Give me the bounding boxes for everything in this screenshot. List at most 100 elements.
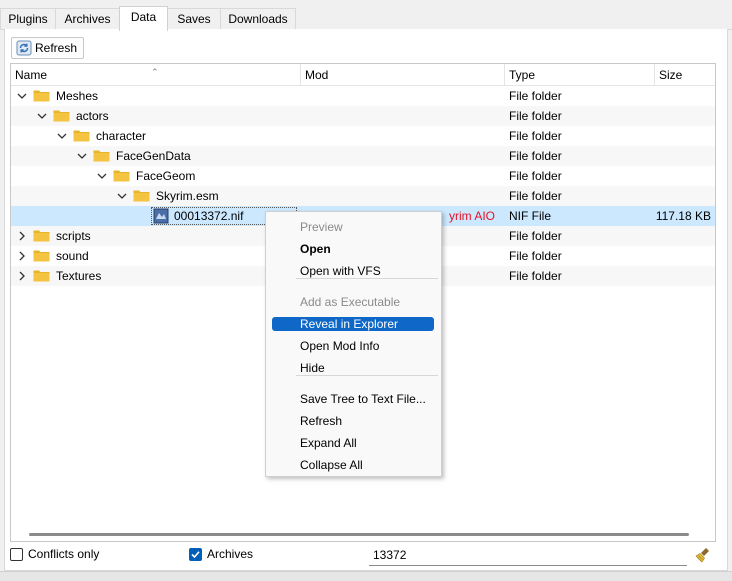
conflicts-only-label: Conflicts only — [28, 547, 100, 561]
mod-cell — [305, 106, 501, 126]
item-name: Textures — [56, 269, 102, 283]
type-cell: File folder — [509, 149, 562, 163]
name-cell: Textures — [11, 266, 301, 286]
menu-item-reveal-in-explorer[interactable]: Reveal in Explorer — [272, 317, 434, 331]
tab-saves[interactable]: Saves — [167, 8, 221, 30]
size-cell — [655, 266, 711, 286]
menu-item-collapse-all[interactable]: Collapse All — [272, 458, 434, 472]
refresh-button-label: Refresh — [35, 41, 78, 55]
chevron-down-icon[interactable] — [95, 169, 109, 183]
horizontal-scrollbar[interactable] — [11, 526, 715, 541]
tree-row-folder[interactable]: actors File folder — [11, 106, 715, 126]
filter-bar: Conflicts only Archives — [0, 545, 732, 567]
item-name: FaceGenData — [116, 149, 191, 163]
folder-icon — [53, 110, 70, 122]
chevron-right-icon[interactable] — [15, 229, 29, 243]
menu-item-expand-all[interactable]: Expand All — [272, 436, 434, 450]
column-label: Type — [509, 68, 536, 82]
tree-row-folder[interactable]: FaceGenData File folder — [11, 146, 715, 166]
type-cell: File folder — [509, 89, 562, 103]
menu-separator — [296, 375, 438, 376]
tab-downloads[interactable]: Downloads — [220, 8, 296, 30]
column-label: Mod — [305, 68, 329, 82]
archives-checkbox[interactable] — [189, 548, 202, 561]
menu-item-add-as-executable[interactable]: Add as Executable — [272, 295, 434, 309]
context-menu: Preview Open Open with VFS Add as Executabl… — [265, 211, 442, 477]
name-cell: scripts — [11, 226, 301, 246]
item-name: scripts — [56, 229, 91, 243]
menu-item-hide[interactable]: Hide — [272, 361, 434, 375]
menu-item-preview[interactable]: Preview — [272, 220, 434, 234]
item-name: character — [96, 129, 147, 143]
size-cell — [655, 186, 711, 206]
column-label: Size — [659, 68, 683, 82]
chevron-down-icon[interactable] — [115, 189, 129, 203]
scrollbar-thumb[interactable] — [29, 533, 689, 536]
tree-row-folder[interactable]: Meshes File folder — [11, 86, 715, 106]
column-header-mod[interactable]: Mod — [301, 64, 505, 86]
item-name: FaceGeom — [136, 169, 196, 183]
name-cell: FaceGenData — [11, 146, 301, 166]
checkmark-icon — [191, 551, 200, 559]
folder-icon — [33, 90, 50, 102]
size-cell — [655, 246, 711, 266]
tab-label: Data — [130, 10, 157, 24]
refresh-button[interactable]: Refresh — [11, 37, 84, 59]
item-name: sound — [56, 249, 89, 263]
status-bar — [0, 571, 732, 581]
item-name: Meshes — [56, 89, 99, 103]
column-header-name[interactable]: Name ⌃ — [11, 64, 301, 86]
mod-cell — [305, 126, 501, 146]
menu-item-open-with-vfs[interactable]: Open with VFS — [272, 264, 434, 278]
tab-label: Plugins — [8, 12, 48, 26]
filter-input[interactable] — [369, 545, 687, 566]
type-cell: File folder — [509, 189, 562, 203]
mod-cell — [305, 166, 501, 186]
tab-archives[interactable]: Archives — [55, 8, 120, 30]
type-cell: File folder — [509, 249, 562, 263]
chevron-right-icon[interactable] — [15, 249, 29, 263]
folder-icon — [33, 230, 50, 242]
tab-plugins[interactable]: Plugins — [0, 8, 56, 30]
broom-icon[interactable] — [694, 546, 712, 564]
menu-item-open-mod-info[interactable]: Open Mod Info — [272, 339, 434, 353]
folder-icon — [33, 270, 50, 282]
type-cell: File folder — [509, 169, 562, 183]
chevron-right-icon[interactable] — [15, 269, 29, 283]
tab-bar: Plugins Archives Data Saves Downloads — [0, 0, 732, 31]
column-header-type[interactable]: Type — [505, 64, 655, 86]
chevron-down-icon[interactable] — [15, 89, 29, 103]
chevron-down-icon[interactable] — [75, 149, 89, 163]
name-cell: sound — [11, 246, 301, 266]
folder-icon — [133, 190, 150, 202]
folder-icon — [93, 150, 110, 162]
item-name: actors — [76, 109, 109, 123]
tab-label: Archives — [64, 12, 111, 26]
folder-icon — [113, 170, 130, 182]
tree-row-folder[interactable]: Skyrim.esm File folder — [11, 186, 715, 206]
item-name: 00013372.nif — [174, 209, 244, 223]
menu-item-refresh[interactable]: Refresh — [272, 414, 434, 428]
tree-row-folder[interactable]: character File folder — [11, 126, 715, 146]
size-cell — [655, 226, 711, 246]
tab-data[interactable]: Data — [119, 6, 168, 31]
size-cell — [655, 86, 711, 106]
chevron-down-icon[interactable] — [35, 109, 49, 123]
tree-row-folder[interactable]: FaceGeom File folder — [11, 166, 715, 186]
menu-item-save-tree-to-text-file[interactable]: Save Tree to Text File... — [272, 392, 434, 406]
name-cell: Skyrim.esm — [11, 186, 301, 206]
type-cell: NIF File — [509, 209, 551, 223]
item-name: Skyrim.esm — [156, 189, 219, 203]
size-cell — [655, 146, 711, 166]
type-cell: File folder — [509, 269, 562, 283]
column-header-size[interactable]: Size — [655, 64, 715, 86]
conflicts-only-checkbox[interactable] — [10, 548, 23, 561]
menu-item-open[interactable]: Open — [272, 242, 434, 256]
tab-label: Saves — [177, 12, 211, 26]
chevron-down-icon[interactable] — [55, 129, 69, 143]
type-cell: File folder — [509, 109, 562, 123]
tree-header: Name ⌃ Mod Type Size — [11, 64, 715, 86]
mod-cell — [305, 186, 501, 206]
folder-icon — [73, 130, 90, 142]
type-cell: File folder — [509, 229, 562, 243]
